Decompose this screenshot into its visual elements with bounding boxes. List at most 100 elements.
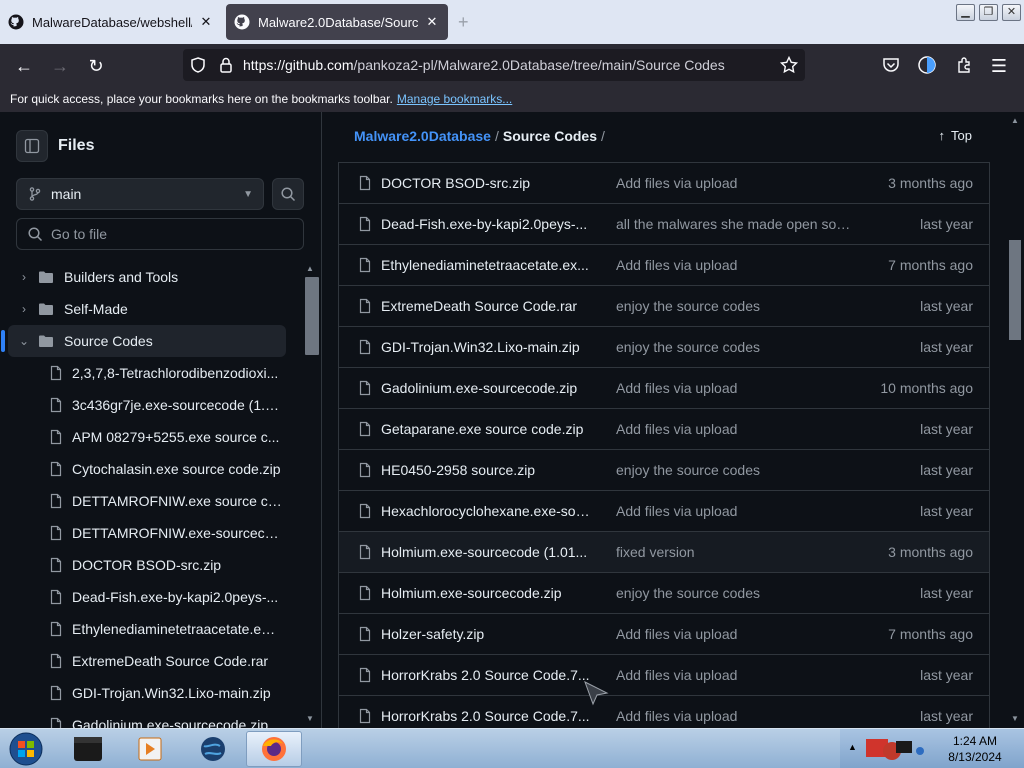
tree-file-item[interactable]: DETTAMROFNIW.exe source cod... (8, 485, 303, 517)
file-row[interactable]: HE0450-2958 source.zip enjoy the source c… (339, 449, 989, 490)
taskbar-app-browser-globe[interactable] (185, 731, 241, 767)
account-icon[interactable] (917, 55, 937, 75)
tree-file-item[interactable]: Dead-Fish.exe-by-kapi2.0peys-... (8, 581, 303, 613)
taskbar-app-media-player[interactable] (122, 731, 178, 767)
file-name-link[interactable]: HorrorKrabs 2.0 Source Code.7... (381, 667, 591, 683)
commit-message-link[interactable]: Add files via upload (616, 503, 856, 519)
file-row[interactable]: Holzer-safety.zip Add files via upload 7 m… (339, 613, 989, 654)
commit-message-link[interactable]: Add files via upload (616, 626, 856, 642)
tree-folder-self-made[interactable]: › Self-Made (8, 293, 303, 325)
file-row[interactable]: Getaparane.exe source code.zip Add files … (339, 408, 989, 449)
tree-file-item[interactable]: 2,3,7,8-Tetrachlorodibenzodioxi... (8, 357, 303, 389)
chevron-down-icon[interactable]: ⌄ (16, 334, 32, 348)
sidebar-scrollbar[interactable]: ▲ ▼ (303, 262, 320, 728)
taskbar-app-terminal[interactable] (60, 731, 116, 767)
system-clock[interactable]: 1:24 AM 8/13/2024 (932, 733, 1018, 765)
tree-file-item[interactable]: DETTAMROFNIW.exe-sourcecod... (8, 517, 303, 549)
file-row[interactable]: Gadolinium.exe-sourcecode.zip Add files v… (339, 367, 989, 408)
menu-icon[interactable]: ☰ (987, 54, 1011, 78)
scroll-up-icon[interactable]: ▲ (1011, 116, 1019, 125)
tree-file-item[interactable]: Cytochalasin.exe source code.zip (8, 453, 303, 485)
forward-icon[interactable]: → (48, 54, 72, 78)
commit-message-link[interactable]: Add files via upload (616, 257, 856, 273)
commit-message-link[interactable]: all the malwares she made open sour... (616, 216, 856, 232)
url-bar[interactable]: https://github.com/pankoza2-pl/Malware2.… (183, 49, 805, 81)
commit-message-link[interactable]: Add files via upload (616, 708, 856, 724)
tree-file-item[interactable]: GDI-Trojan.Win32.Lixo-main.zip (8, 677, 303, 709)
close-window-button[interactable]: ✕ (1002, 4, 1021, 21)
breadcrumb-repo-link[interactable]: Malware2.0Database (354, 128, 491, 144)
pocket-icon[interactable] (881, 55, 901, 75)
collapse-sidebar-button[interactable] (16, 130, 48, 162)
commit-message-link[interactable]: enjoy the source codes (616, 298, 856, 314)
scroll-down-icon[interactable]: ▼ (306, 714, 314, 723)
file-row[interactable]: Dead-Fish.exe-by-kapi2.0peys-... all the … (339, 203, 989, 244)
tree-folder-source-codes[interactable]: ⌄ Source Codes (1, 325, 286, 357)
tree-folder-builders-and-tools[interactable]: › Builders and Tools (8, 261, 303, 293)
commit-message-link[interactable]: Add files via upload (616, 421, 856, 437)
file-name-link[interactable]: Gadolinium.exe-sourcecode.zip (381, 380, 591, 396)
scroll-up-icon[interactable]: ▲ (306, 264, 314, 273)
new-tab-button[interactable]: + (458, 12, 469, 33)
shield-icon[interactable] (188, 55, 208, 75)
file-name-link[interactable]: Ethylenediaminetetraacetate.ex... (381, 257, 591, 273)
taskbar-app-firefox[interactable] (246, 731, 302, 767)
file-row[interactable]: GDI-Trojan.Win32.Lixo-main.zip enjoy the … (339, 326, 989, 367)
tree-file-item[interactable]: Ethylenediaminetetraacetate.exe... (8, 613, 303, 645)
tree-file-item[interactable]: Gadolinium.exe-sourcecode.zip (8, 709, 303, 728)
tab-malwaredatabase-webshell[interactable]: MalwareDatabase/webshell/10( ✕ (0, 4, 222, 40)
close-icon[interactable]: ✕ (198, 14, 214, 30)
file-row[interactable]: HorrorKrabs 2.0 Source Code.7... Add file… (339, 695, 989, 728)
branch-selector[interactable]: main ▼ (16, 178, 264, 210)
chevron-right-icon[interactable]: › (16, 302, 32, 316)
commit-message-link[interactable]: Add files via upload (616, 175, 856, 191)
file-row[interactable]: HorrorKrabs 2.0 Source Code.7... Add file… (339, 654, 989, 695)
page-scrollbar[interactable]: ▲ ▼ (1006, 112, 1024, 728)
sidebar-scroll-thumb[interactable] (305, 277, 319, 355)
manage-bookmarks-link[interactable]: Manage bookmarks... (397, 92, 512, 106)
chevron-right-icon[interactable]: › (16, 270, 32, 284)
commit-message-link[interactable]: Add files via upload (616, 380, 856, 396)
file-name-link[interactable]: GDI-Trojan.Win32.Lixo-main.zip (381, 339, 591, 355)
tree-file-item[interactable]: 3c436gr7je.exe-sourcecode (1.0... (8, 389, 303, 421)
file-name-link[interactable]: Holmium.exe-sourcecode.zip (381, 585, 591, 601)
file-row[interactable]: Hexachlorocyclohexane.exe-sou... Add file… (339, 490, 989, 531)
file-name-link[interactable]: ExtremeDeath Source Code.rar (381, 298, 591, 314)
commit-message-link[interactable]: Add files via upload (616, 667, 856, 683)
file-name-link[interactable]: Hexachlorocyclohexane.exe-sou... (381, 503, 591, 519)
commit-message-link[interactable]: enjoy the source codes (616, 339, 856, 355)
close-icon[interactable]: ✕ (424, 14, 440, 30)
page-scroll-thumb[interactable] (1009, 240, 1021, 340)
file-row[interactable]: Ethylenediaminetetraacetate.ex... Add fil… (339, 244, 989, 285)
file-row[interactable]: DOCTOR BSOD-src.zip Add files via upload 3… (339, 162, 989, 203)
back-icon[interactable]: ← (12, 54, 36, 78)
commit-message-link[interactable]: enjoy the source codes (616, 585, 856, 601)
tree-file-item[interactable]: APM 08279+5255.exe source c... (8, 421, 303, 453)
tab-malware2-source-codes[interactable]: Malware2.0Database/Source Co ✕ (226, 4, 448, 40)
show-hidden-icons-icon[interactable]: ▲ (848, 742, 857, 752)
minimize-button[interactable]: ▁ (956, 4, 975, 21)
maximize-button[interactable]: ❐ (979, 4, 998, 21)
start-button[interactable] (6, 731, 46, 767)
file-row[interactable]: ExtremeDeath Source Code.rar enjoy the so… (339, 285, 989, 326)
reload-icon[interactable]: ↻ (84, 54, 108, 78)
tree-file-item[interactable]: DOCTOR BSOD-src.zip (8, 549, 303, 581)
file-name-link[interactable]: HE0450-2958 source.zip (381, 462, 591, 478)
file-name-link[interactable]: Holmium.exe-sourcecode (1.01... (381, 544, 591, 560)
commit-message-link[interactable]: enjoy the source codes (616, 462, 856, 478)
tree-file-item[interactable]: ExtremeDeath Source Code.rar (8, 645, 303, 677)
lock-icon[interactable] (216, 55, 236, 75)
star-icon[interactable] (779, 55, 799, 75)
extensions-icon[interactable] (954, 55, 974, 75)
search-button[interactable] (272, 178, 304, 210)
top-button[interactable]: ↑ Top (939, 128, 972, 143)
file-name-link[interactable]: Getaparane.exe source code.zip (381, 421, 591, 437)
go-to-file-input[interactable]: Go to file (16, 218, 304, 250)
file-row[interactable]: Holmium.exe-sourcecode.zip enjoy the sour… (339, 572, 989, 613)
file-row[interactable]: Holmium.exe-sourcecode (1.01... fixed ver… (339, 531, 989, 572)
tray-icons[interactable] (864, 735, 924, 763)
file-name-link[interactable]: Holzer-safety.zip (381, 626, 591, 642)
commit-message-link[interactable]: fixed version (616, 544, 856, 560)
file-name-link[interactable]: Dead-Fish.exe-by-kapi2.0peys-... (381, 216, 591, 232)
scroll-down-icon[interactable]: ▼ (1011, 714, 1019, 723)
